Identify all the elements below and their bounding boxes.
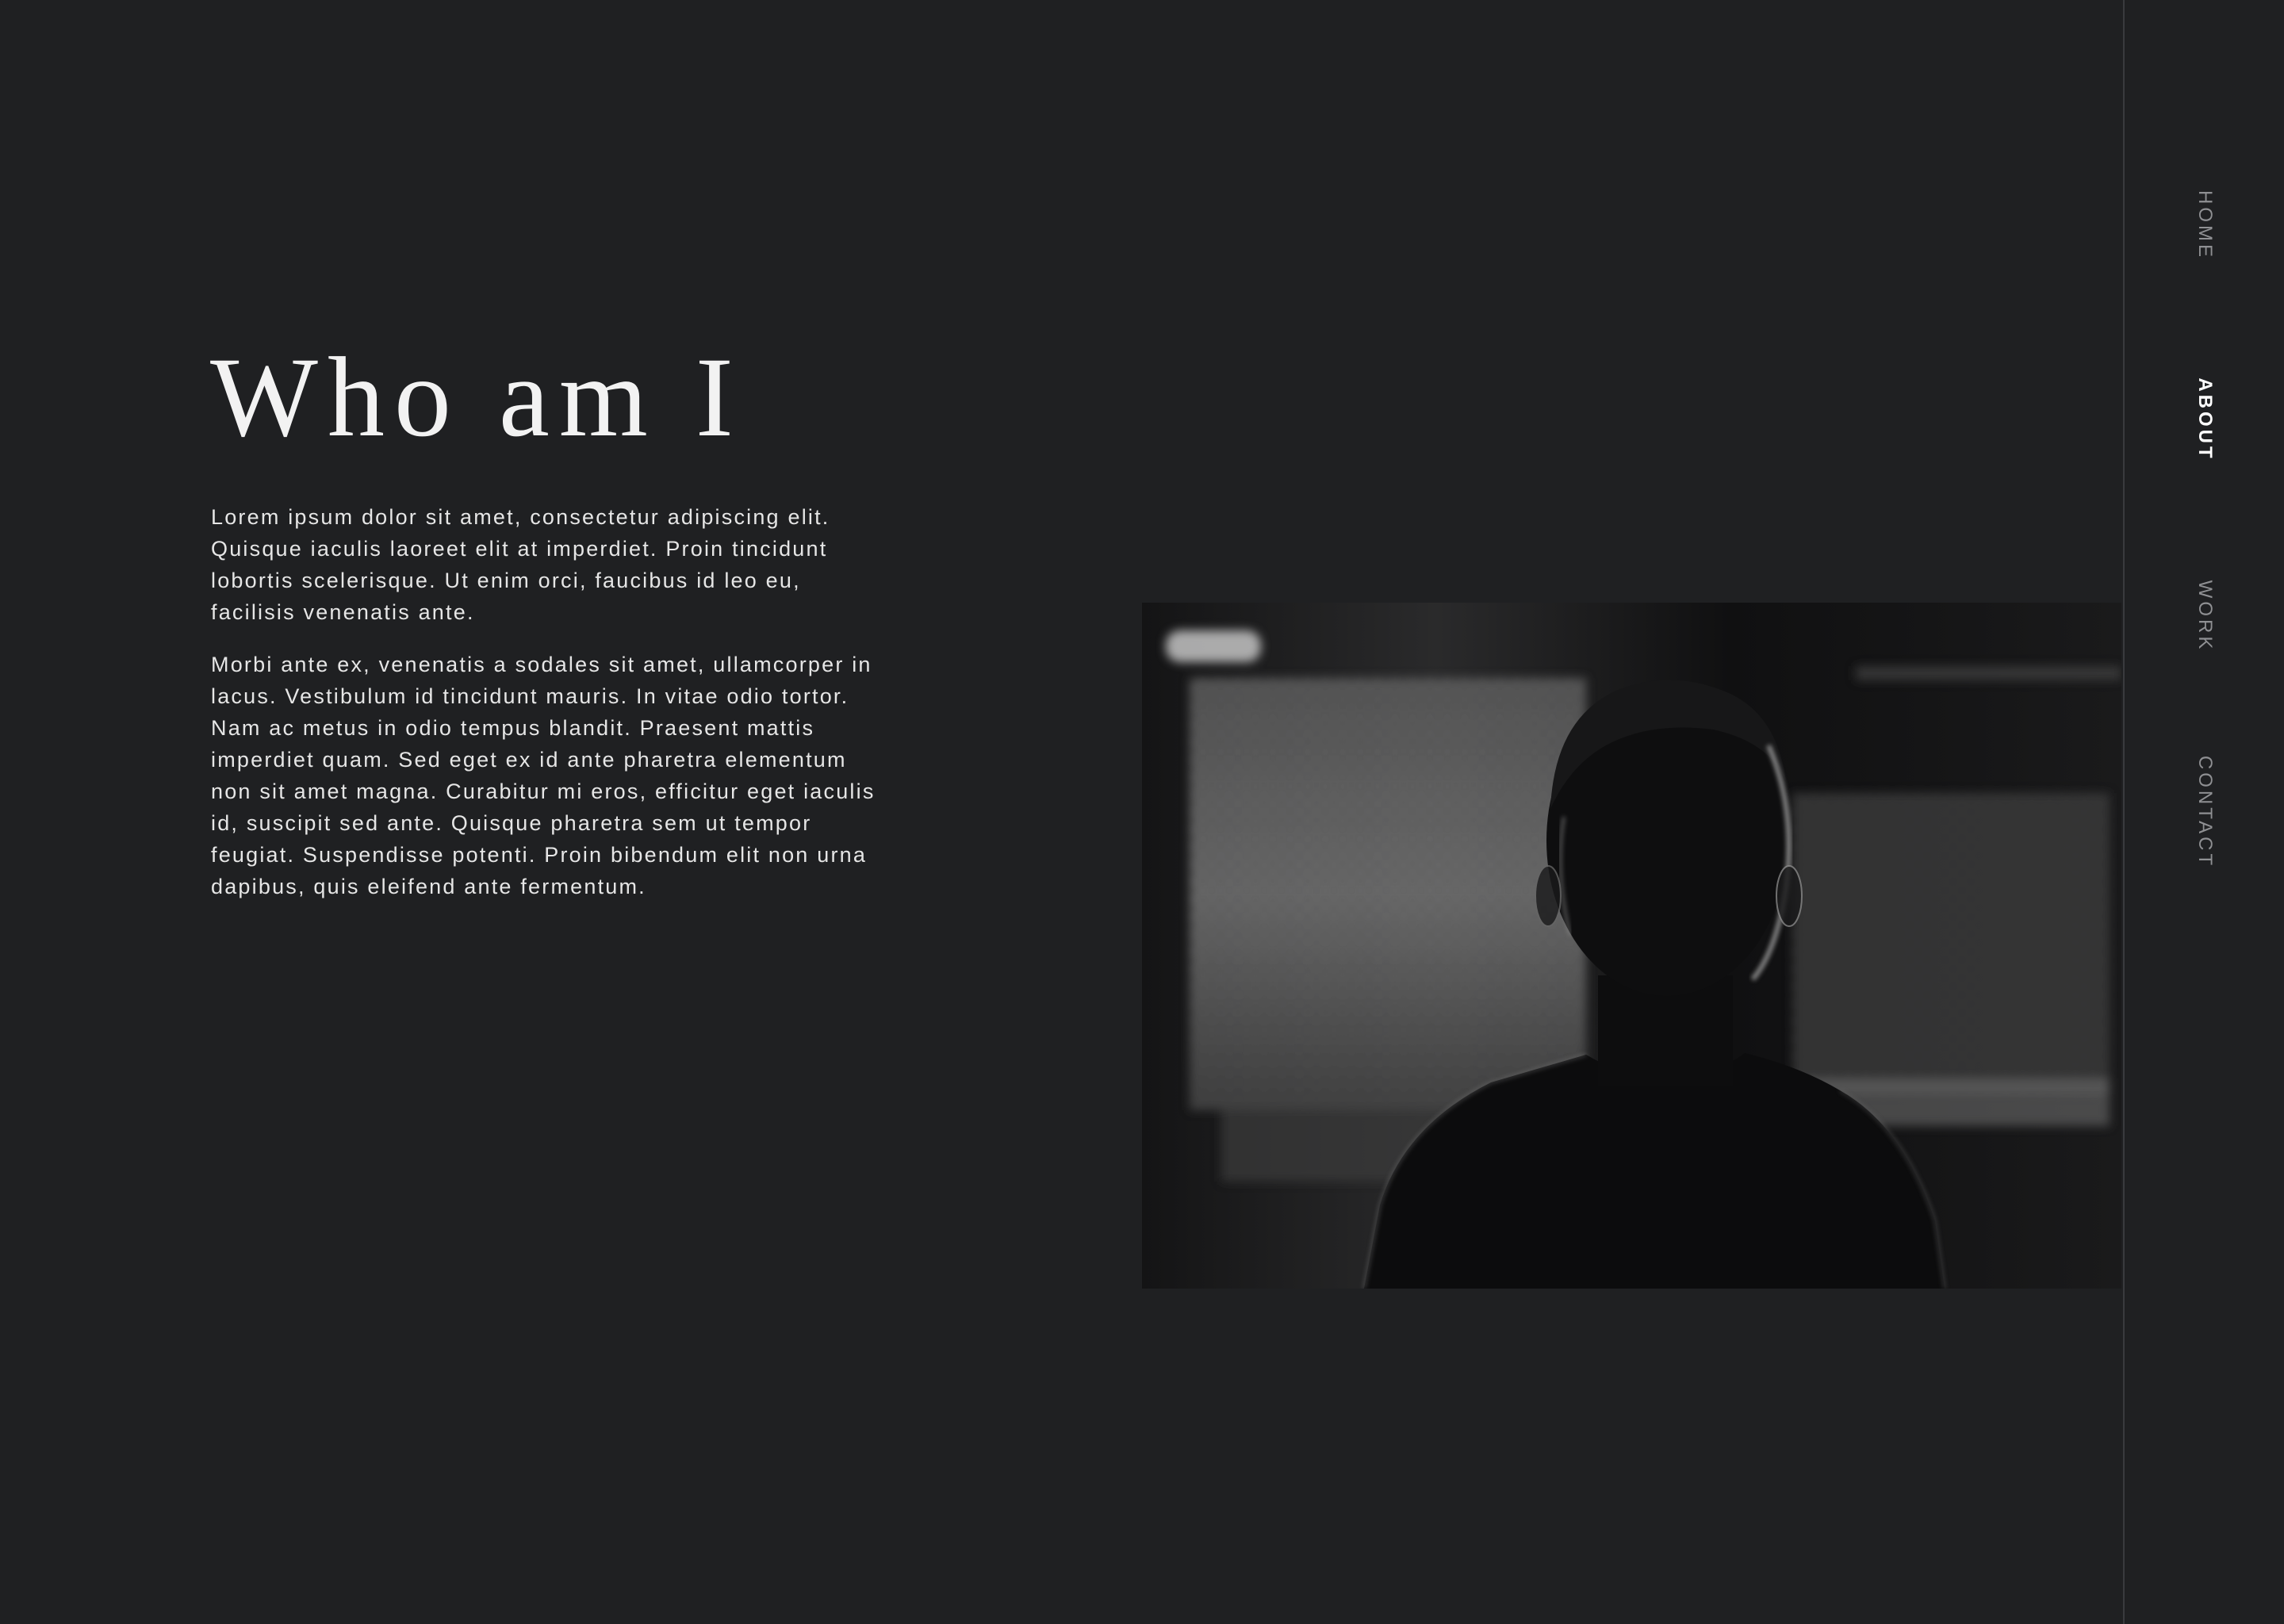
nav-about-link[interactable]: ABOUT xyxy=(2194,377,2216,461)
bio-paragraph: Morbi ante ex, venenatis a sodales sit a… xyxy=(211,653,876,898)
side-nav: HOME ABOUT WORK CONTACT xyxy=(2125,0,2284,1624)
bio-text: Lorem ipsum dolor sit amet, consectetur … xyxy=(211,501,893,923)
nav-home-link[interactable]: HOME xyxy=(2194,190,2216,260)
nav-work-link[interactable]: WORK xyxy=(2194,580,2216,653)
nav-divider xyxy=(2123,0,2125,1624)
page-title: Who am I xyxy=(210,335,743,461)
bio-paragraph: Lorem ipsum dolor sit amet, consectetur … xyxy=(211,505,830,624)
nav-contact-link[interactable]: CONTACT xyxy=(2194,756,2216,868)
portrait-photo xyxy=(1142,603,2121,1289)
